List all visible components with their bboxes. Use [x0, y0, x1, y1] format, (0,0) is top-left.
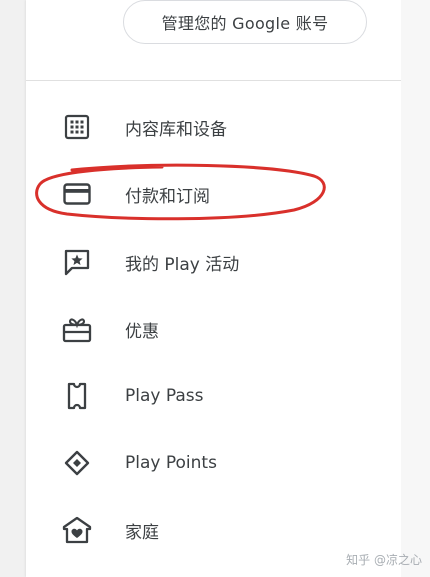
menu-item-label: Play Pass — [125, 386, 204, 406]
menu-item-label: Play Points — [125, 453, 217, 473]
manage-google-account-button[interactable]: 管理您的 Google 账号 — [123, 0, 367, 44]
star-comment-icon — [62, 247, 92, 277]
menu-item-label: 付款和订阅 — [125, 186, 210, 207]
family-home-icon — [62, 515, 92, 545]
credit-card-icon — [62, 179, 92, 209]
menu-item-library-devices[interactable]: 内容库和设备 — [26, 102, 401, 152]
diamond-icon — [62, 448, 92, 478]
grid-icon — [62, 112, 92, 142]
menu-item-family[interactable]: 家庭 — [26, 505, 401, 555]
drawer-divider — [26, 80, 401, 81]
screenshot-stage: 管理您的 Google 账号 内容库和设备 付款和订阅 我的 Play 活动 优… — [0, 0, 430, 577]
watermark-text: 知乎 @凉之心 — [346, 553, 422, 567]
navigation-drawer: 管理您的 Google 账号 内容库和设备 付款和订阅 我的 Play 活动 优… — [26, 0, 401, 577]
menu-item-label: 内容库和设备 — [125, 119, 227, 140]
menu-item-label: 我的 Play 活动 — [125, 254, 240, 275]
gift-icon — [62, 314, 92, 344]
ticket-icon — [62, 381, 92, 411]
menu-item-play-activity[interactable]: 我的 Play 活动 — [26, 237, 401, 287]
menu-item-play-pass[interactable]: Play Pass — [26, 371, 401, 421]
menu-item-label: 家庭 — [125, 522, 159, 543]
menu-item-play-points[interactable]: Play Points — [26, 438, 401, 488]
background-edge — [401, 0, 430, 577]
menu-item-label: 优惠 — [125, 321, 159, 342]
menu-item-payments-subscriptions[interactable]: 付款和订阅 — [26, 169, 401, 219]
menu-item-offers[interactable]: 优惠 — [26, 304, 401, 354]
